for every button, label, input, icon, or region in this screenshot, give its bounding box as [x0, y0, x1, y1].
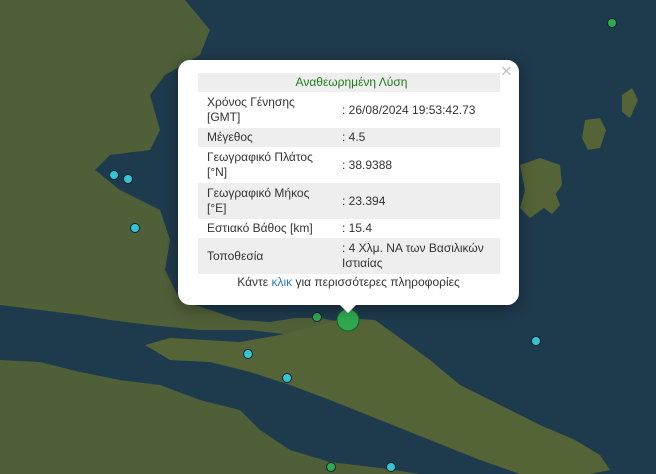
depth-value: : 15.4 [342, 221, 373, 235]
longitude-label: Γεωγραφικό Μήκος [°E] [198, 183, 333, 219]
location-label: Τοποθεσία [198, 238, 333, 274]
info-table: Αναθεωρημένη Λύση Χρόνος Γένησης [GMT] :… [198, 73, 500, 274]
magnitude-value: : 4.5 [333, 128, 500, 147]
marker-quake-4[interactable] [243, 349, 253, 359]
solution-title: Αναθεωρημένη Λύση [198, 73, 500, 92]
marker-quake-5[interactable] [282, 373, 292, 383]
popup-pointer [338, 303, 358, 313]
marker-quake-7[interactable] [386, 462, 396, 472]
marker-quake-1[interactable] [109, 170, 119, 180]
table-row: Χρόνος Γένησης [GMT] : 26/08/2024 19:53:… [198, 92, 500, 128]
marker-quake-2[interactable] [123, 174, 133, 184]
origin-time-value: : 26/08/2024 19:53:42.73 [342, 102, 476, 117]
table-row: Τοποθεσία : 4 Χλμ. ΝΑ των Βασιλικών Ιστι… [198, 238, 500, 274]
earthquake-info-popup: × Αναθεωρημένη Λύση Χρόνος Γένησης [GMT]… [178, 60, 519, 313]
table-header-row: Αναθεωρημένη Λύση [198, 73, 500, 92]
footer-prefix: Κάντε [237, 275, 272, 289]
more-info-link[interactable]: κλικ [271, 275, 292, 289]
latitude-label: Γεωγραφικό Πλάτος [°N] [207, 150, 313, 179]
latitude-value: : 38.9388 [342, 157, 393, 172]
footer-suffix: για περισσότερες πληροφορίες [292, 275, 460, 289]
marker-quake-3[interactable] [130, 223, 140, 233]
table-row: Εστιακό Βάθος [km] : 15.4 [198, 219, 500, 238]
marker-quake-8[interactable] [607, 18, 617, 28]
table-row: Γεωγραφικό Πλάτος [°N] : 38.9388 [198, 147, 500, 183]
marker-quake-10[interactable] [326, 462, 336, 472]
magnitude-label: Μέγεθος [198, 128, 333, 147]
location-value: : 4 Χλμ. ΝΑ των Βασιλικών Ιστιαίας [333, 238, 500, 274]
table-row: Μέγεθος : 4.5 [198, 128, 500, 147]
table-row: Γεωγραφικό Μήκος [°E] : 23.394 [198, 183, 500, 219]
close-icon[interactable]: × [500, 63, 513, 79]
marker-quake-6[interactable] [531, 336, 541, 346]
origin-time-label: Χρόνος Γένησης [GMT] [207, 95, 295, 124]
longitude-value: : 23.394 [333, 183, 500, 219]
more-info-text: Κάντε κλικ για περισσότερες πληροφορίες [178, 275, 519, 289]
marker-quake-9[interactable] [312, 312, 322, 322]
depth-label: Εστιακό Βάθος [km] [207, 221, 313, 235]
